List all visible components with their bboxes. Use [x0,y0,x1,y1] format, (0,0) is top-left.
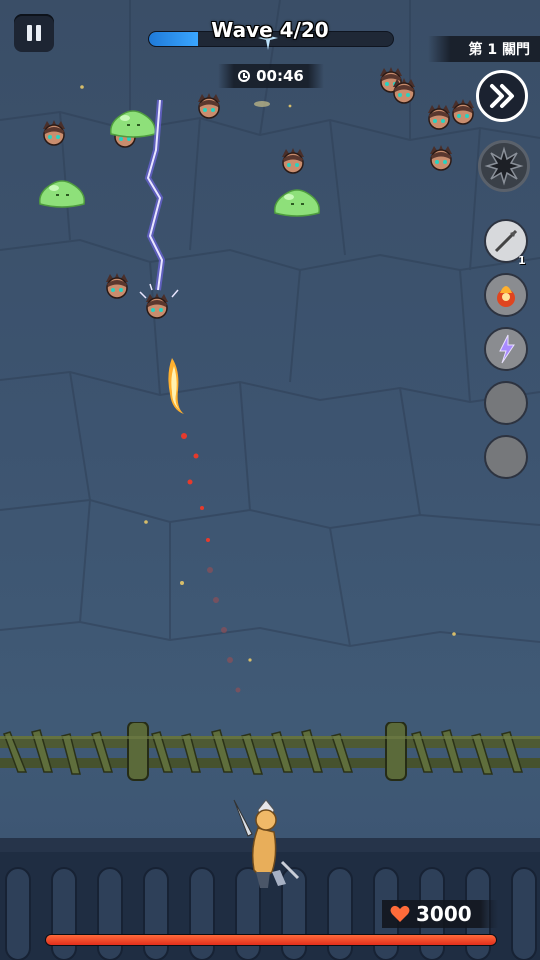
skill-slot-lightning[interactable] [484,327,528,371]
fireball-icon [486,275,526,315]
slime-enemy [39,180,85,208]
hero-character [233,799,300,888]
skill-slot-empty[interactable] [484,381,528,425]
slime-enemy [274,189,320,217]
wave-label: Wave 4/20 [211,18,329,42]
pause-icon-bar [27,25,32,41]
goblin-enemy [427,103,451,130]
ultimate-skill-button[interactable] [478,140,530,192]
timer: 00:46 [218,64,324,88]
timer-text: 00:46 [256,67,304,85]
goblin-enemy [197,92,221,119]
skill-slot-empty[interactable] [484,435,528,479]
fast-forward-icon [490,84,514,108]
slime-enemy [110,110,156,138]
lightning-icon [486,329,526,369]
game-stage[interactable]: Wave 4/20 00:46 第 1 關門 1 3000 [0,0,540,960]
pause-button[interactable] [14,14,54,52]
hp-display: 3000 [382,900,498,928]
pause-icon-bar [36,25,41,41]
goblin-enemy [145,292,169,319]
burst-icon [484,146,524,186]
wooden-fence [0,722,540,781]
goblin-enemy [281,147,305,174]
goblin-enemy [42,119,66,146]
clock-icon [238,70,251,82]
goblin-enemy [105,272,129,299]
fast-forward-button[interactable] [476,70,528,122]
hp-value: 3000 [416,902,472,926]
goblin-enemy [451,98,475,125]
gate-label: 第 1 關門 [428,36,540,62]
heart-icon [390,905,410,922]
goblin-enemy [392,77,416,104]
hp-bar-fill [46,935,496,945]
fireball-projectile [168,358,241,693]
skill-slot-fireball[interactable] [484,273,528,317]
goblin-enemy [429,144,453,171]
skill-count: 1 [518,254,526,267]
hp-bar [45,934,497,946]
